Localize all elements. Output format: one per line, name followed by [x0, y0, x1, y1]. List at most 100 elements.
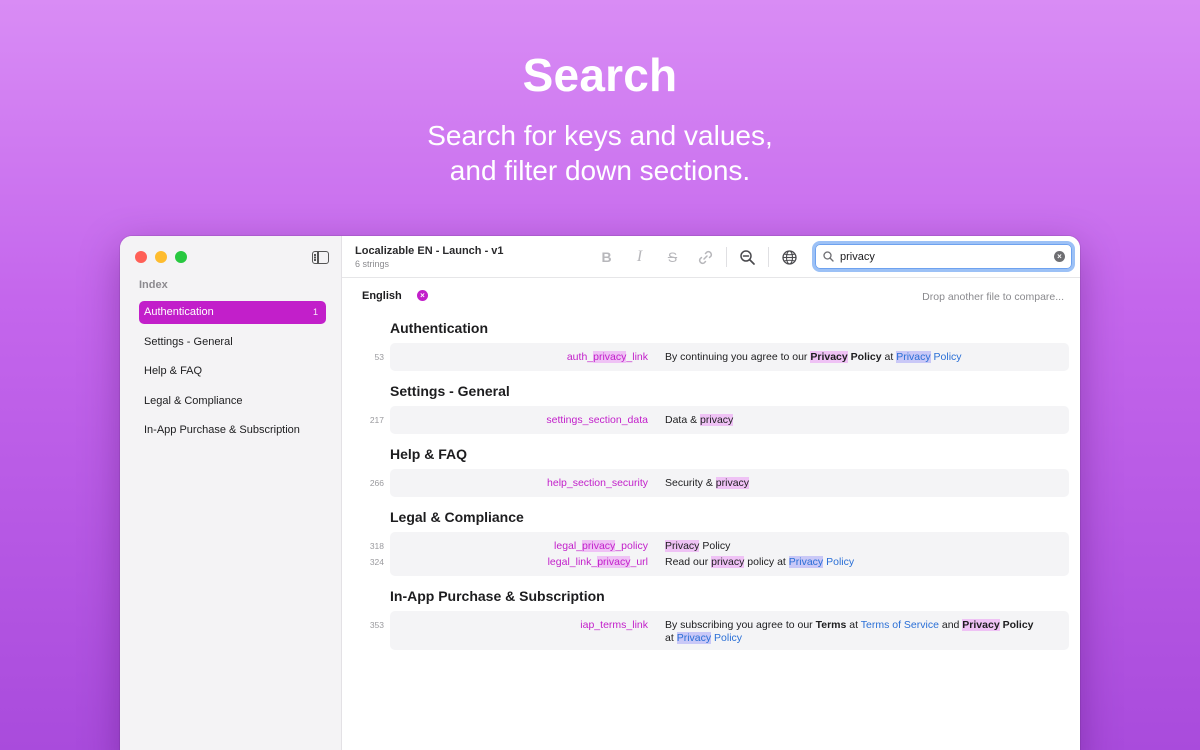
search-match: privacy	[597, 556, 631, 568]
string-key[interactable]: auth_privacy_link	[567, 349, 648, 365]
string-value[interactable]: Security & privacy	[665, 477, 1065, 490]
strikethrough-button[interactable]: S	[656, 243, 689, 271]
match-count-badge: 1	[312, 307, 318, 317]
sidebar-item-label: Help & FAQ	[144, 365, 203, 377]
sidebar-item-label: In-App Purchase & Subscription	[144, 424, 300, 436]
string-value[interactable]: Data & privacy	[665, 414, 1065, 427]
window-controls	[135, 251, 187, 263]
table-row[interactable]: 318 legal_privacy_policy Privacy Policy	[370, 538, 1069, 554]
search-input[interactable]	[840, 248, 1040, 265]
format-toolbar: B I S	[590, 242, 806, 272]
line-number: 53	[374, 352, 384, 362]
strings-list: Authentication 53 auth_privacy_link By c…	[342, 308, 1080, 650]
language-button[interactable]	[773, 243, 806, 271]
search-match: Privacy	[665, 540, 700, 552]
string-key[interactable]: legal_privacy_policy	[554, 538, 648, 554]
section-rows: 318 legal_privacy_policy Privacy Policy …	[370, 532, 1069, 576]
string-key[interactable]: legal_link_privacy_url	[548, 554, 648, 570]
zoom-window-button[interactable]	[175, 251, 187, 263]
table-row[interactable]: 266 help_section_security Security & pri…	[370, 475, 1069, 491]
string-key[interactable]: help_section_security	[547, 475, 648, 491]
string-value[interactable]: Privacy Policy	[665, 540, 1065, 553]
link-button[interactable]	[689, 243, 722, 271]
search-match: Privacy	[676, 632, 712, 644]
section-title: Authentication	[390, 320, 488, 336]
globe-icon	[782, 249, 797, 265]
search-match: Privacy	[962, 619, 1000, 631]
sidebar-item-legal-compliance[interactable]: Legal & Compliance	[139, 390, 326, 413]
line-number: 266	[369, 478, 384, 488]
sidebar-toggle-icon[interactable]	[312, 251, 329, 264]
search-match: privacy	[582, 540, 616, 552]
section-legal-compliance: Legal & Compliance 318 legal_privacy_pol…	[370, 502, 1069, 576]
hero-subtitle-line-1: Search for keys and values,	[427, 120, 773, 151]
section-authentication: Authentication 53 auth_privacy_link By c…	[375, 313, 1069, 371]
document-title: Localizable EN - Launch - v1	[355, 245, 504, 257]
sidebar-item-label: Settings - General	[144, 335, 233, 348]
sidebar-item-in-app-purchase[interactable]: In-App Purchase & Subscription	[139, 419, 326, 442]
sidebar-item-label: Authentication	[144, 306, 214, 318]
document-string-count: 6 strings	[355, 259, 390, 269]
toolbar-divider	[726, 247, 727, 267]
toolbar: Localizable EN - Launch - v1 6 strings B…	[342, 236, 1080, 278]
minimize-window-button[interactable]	[155, 251, 167, 263]
link-icon	[698, 250, 713, 264]
app-window: Index Authentication 1 Settings - Genera…	[120, 236, 1080, 750]
table-row[interactable]: 324 legal_link_privacy_url Read our priv…	[370, 554, 1069, 570]
section-title: Settings - General	[390, 383, 510, 399]
clear-search-icon[interactable]: ×	[1054, 251, 1065, 262]
section-rows: 53 auth_privacy_link By continuing you a…	[375, 343, 1069, 371]
table-row[interactable]: 217 settings_section_data Data & privacy	[370, 412, 1069, 428]
string-value[interactable]: By continuing you agree to our Privacy P…	[665, 351, 1065, 364]
language-bar: English × Drop another file to compare..…	[342, 278, 1080, 308]
drop-file-hint: Drop another file to compare...	[922, 291, 1064, 303]
section-rows: 353 iap_terms_link By subscribing you ag…	[370, 611, 1069, 650]
line-number: 217	[369, 415, 384, 425]
search-match: Privacy	[788, 556, 824, 568]
section-title: Help & FAQ	[390, 446, 468, 462]
sidebar-item-help-faq[interactable]: Help & FAQ	[139, 360, 326, 383]
bold-button[interactable]: B	[590, 243, 623, 271]
string-key[interactable]: settings_section_data	[546, 412, 648, 428]
italic-button[interactable]: I	[623, 243, 656, 271]
string-value[interactable]: By subscribing you agree to our Terms at…	[665, 619, 1065, 645]
language-label: English	[362, 290, 402, 302]
line-number: 324	[369, 557, 384, 567]
close-window-button[interactable]	[135, 251, 147, 263]
line-number: 353	[369, 620, 384, 630]
toolbar-divider	[768, 247, 769, 267]
search-match: privacy	[711, 556, 745, 568]
section-rows: 217 settings_section_data Data & privacy	[370, 406, 1069, 434]
search-match: Privacy	[810, 351, 848, 363]
table-row[interactable]: 353 iap_terms_link By subscribing you ag…	[370, 617, 1069, 645]
search-match: privacy	[593, 351, 627, 363]
zoom-out-button[interactable]	[731, 243, 764, 271]
hero-title: Search	[522, 49, 678, 101]
sidebar-item-settings-general[interactable]: Settings - General	[139, 331, 326, 354]
section-title: Legal & Compliance	[390, 509, 524, 525]
hero-subtitle: Search for keys and values, and filter d…	[0, 118, 1200, 188]
section-rows: 266 help_section_security Security & pri…	[370, 469, 1069, 497]
section-help-faq: Help & FAQ 266 help_section_security Sec…	[370, 439, 1069, 497]
search-match: privacy	[700, 414, 734, 426]
line-number: 318	[369, 541, 384, 551]
search-match: Privacy	[896, 351, 931, 363]
section-settings-general: Settings - General 217 settings_section_…	[370, 376, 1069, 434]
index-label: Index	[139, 279, 168, 291]
table-row[interactable]: 53 auth_privacy_link By continuing you a…	[375, 349, 1069, 365]
zoom-out-icon	[740, 249, 755, 265]
section-title: In-App Purchase & Subscription	[390, 588, 605, 604]
search-field[interactable]: ×	[812, 241, 1075, 272]
string-value[interactable]: Read our privacy policy at Privacy Polic…	[665, 556, 1065, 569]
search-icon	[823, 251, 834, 262]
main-pane: Localizable EN - Launch - v1 6 strings B…	[342, 236, 1080, 750]
hero-subtitle-line-2: and filter down sections.	[449, 155, 751, 186]
remove-language-icon[interactable]: ×	[417, 290, 428, 301]
sidebar-item-authentication[interactable]: Authentication 1	[139, 301, 326, 324]
search-match: privacy	[715, 477, 750, 489]
section-nav: Authentication 1 Settings - General Help…	[139, 301, 326, 449]
section-in-app-purchase: In-App Purchase & Subscription 353 iap_t…	[370, 581, 1069, 650]
string-key[interactable]: iap_terms_link	[580, 617, 648, 633]
sidebar-item-label: Legal & Compliance	[144, 394, 243, 407]
sidebar: Index Authentication 1 Settings - Genera…	[120, 236, 342, 750]
